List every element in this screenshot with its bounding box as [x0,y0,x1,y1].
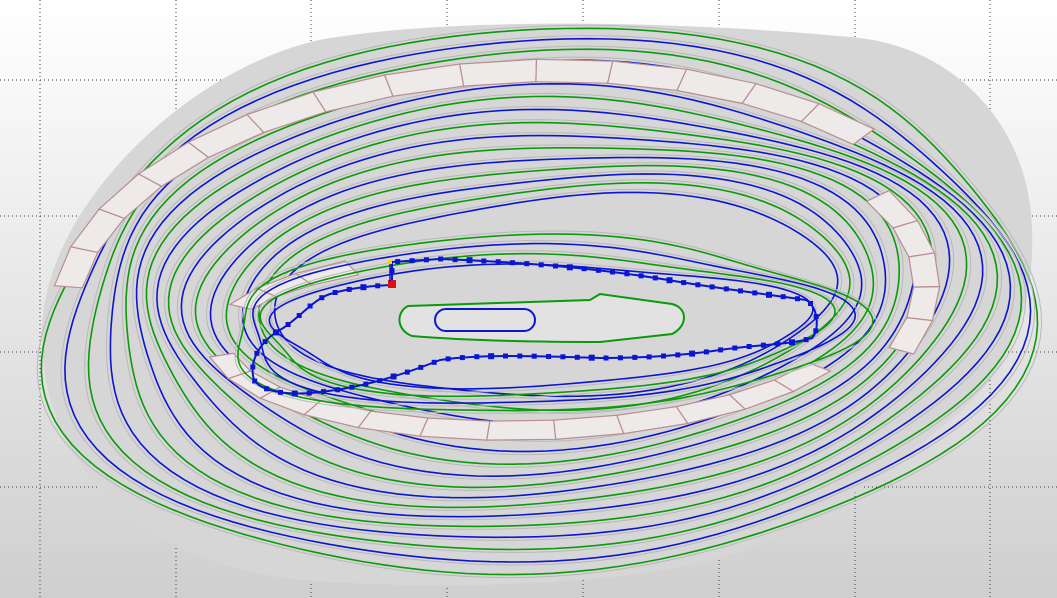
toolpath-point [278,389,283,395]
toolpath-point [718,347,724,353]
toolpath-point [553,263,558,269]
toolpath-point [646,354,652,360]
toolpath-point [346,286,352,292]
toolpath-point [689,350,696,357]
toolpath-point [306,390,312,396]
toolpath-point [319,295,325,301]
toolpath-point [603,355,609,361]
toolpath-point [291,390,298,397]
toolpath-point [775,341,781,347]
toolpath-diagram [0,0,1057,598]
toolpath-point [574,354,580,360]
toolpath-point [780,294,786,300]
toolpath-point [404,369,410,375]
toolpath-point [813,314,819,319]
toolpath-point [789,339,795,346]
toolpath-point [695,282,701,288]
toolpath-point [681,280,687,286]
toolpath-point [452,257,458,263]
toolpath-point [466,257,473,264]
start-point-marker [388,280,396,288]
toolpath-point [488,353,495,360]
toolpath-point [703,349,709,355]
cam-viewport[interactable] [0,0,1057,598]
toolpath-point [438,256,444,262]
toolpath-point [254,350,260,356]
toolpath-point [566,264,573,271]
toolpath-point [632,354,638,360]
toolpath-point [617,355,623,361]
toolpath-point [808,301,813,306]
toolpath-point [610,269,616,275]
toolpath-point [459,355,465,361]
toolpath-point [423,257,429,263]
toolpath-point [431,359,437,365]
toolpath-point [766,291,772,298]
toolpath-point [746,344,752,349]
toolpath-point [377,378,383,384]
toolpath-point [675,352,681,358]
toolpath-point [332,290,338,295]
toolpath-point [474,354,480,360]
toolpath-point [390,373,397,380]
toolpath-point [795,296,800,302]
toolpath-point [375,283,381,289]
toolpath-point [503,353,508,359]
toolpath-point [560,354,566,360]
toolpath-point [517,353,523,359]
toolpath-point [409,258,415,264]
toolpath-point [481,258,487,264]
toolpath-point [360,284,367,291]
toolpath-point [262,339,268,345]
toolpath-point [652,275,658,281]
toolpath-point [709,284,715,290]
toolpath-point [285,322,291,327]
toolpath-point [624,271,630,277]
toolpath-point [418,364,424,370]
toolpath-point [738,288,743,294]
toolpath-point [445,356,451,362]
toolpath-point [349,384,355,390]
toolpath-point [666,277,673,284]
toolpath-point [296,313,302,318]
toolpath-point [813,328,819,334]
toolpath-point [531,353,537,359]
toolpath-point [495,259,501,265]
stock-tile [908,252,941,288]
toolpath-point [335,387,341,393]
toolpath-point [595,267,601,273]
toolpath-point [752,290,758,296]
stock-tile [458,58,538,87]
toolpath-point [588,354,595,361]
toolpath-point [363,381,369,387]
toolpath-point [264,386,270,392]
toolpath-point [546,354,552,359]
toolpath-point [803,337,809,343]
toolpath-point [307,303,313,309]
stock-tile [485,419,557,441]
toolpath-point [320,389,326,395]
lead-in-marker [388,260,392,264]
toolpath-point [760,342,766,348]
stock-tile [535,58,614,84]
toolpath-point [252,378,258,384]
toolpath-point [510,260,515,266]
toolpath-point [250,364,256,370]
toolpath-point [524,261,530,267]
stock-tile [419,417,491,441]
toolpath-point [732,345,738,351]
toolpath-point [395,259,401,265]
toolpath-point [638,273,644,279]
toolpath-point [723,286,729,292]
toolpath-point [661,353,666,359]
toolpath-point [273,329,280,336]
toolpath-point [581,266,587,272]
toolpath-point [538,262,544,268]
